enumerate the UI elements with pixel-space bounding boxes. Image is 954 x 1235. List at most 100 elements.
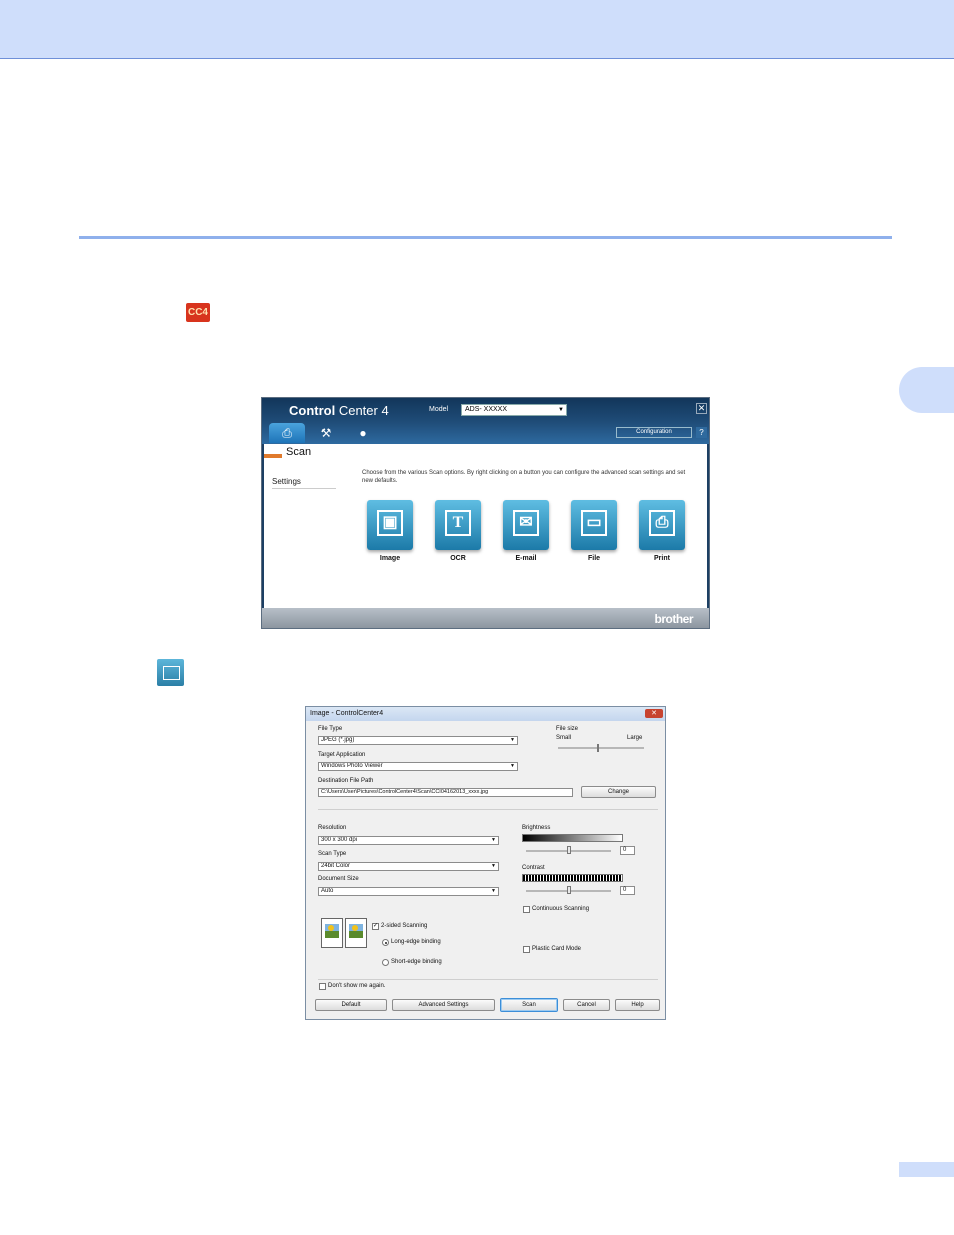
scan-type-value: 24bit Color xyxy=(321,863,351,869)
cc4-icon: CC4 xyxy=(186,303,210,322)
change-button[interactable]: Change xyxy=(581,786,656,798)
image-icon xyxy=(157,659,184,686)
email-label: E-mail xyxy=(515,555,537,562)
scan-type-select[interactable]: 24bit Color ▼ xyxy=(318,862,499,871)
print-scan-button[interactable]: ⎙ xyxy=(639,500,685,550)
file-size-small: Small xyxy=(556,735,572,741)
dont-show-label: Don't show me again. xyxy=(328,983,386,989)
contrast-value[interactable]: 0 xyxy=(620,886,635,895)
cc4-badge-text: CC4 xyxy=(187,307,208,318)
chevron-down-icon: ▼ xyxy=(558,407,564,413)
sun-graphic xyxy=(328,925,334,931)
model-value: ADS- XXXXX xyxy=(465,406,508,413)
duplex-page-icon xyxy=(345,918,367,948)
cc-logo-rest: Center 4 xyxy=(335,403,389,418)
cancel-button[interactable]: Cancel xyxy=(563,999,610,1011)
image-scan-button[interactable]: ▣ xyxy=(367,500,413,550)
default-button[interactable]: Default xyxy=(315,999,387,1011)
page-number-tab xyxy=(899,1162,954,1177)
image-label: Image xyxy=(379,555,401,562)
duplex-page-icon xyxy=(321,918,343,948)
close-button[interactable]: ✕ xyxy=(696,403,707,414)
help-button[interactable]: Help xyxy=(615,999,660,1011)
resolution-value: 300 x 300 dpi xyxy=(321,837,358,843)
dest-path-field[interactable]: C:\Users\User\Pictures\ControlCenter4\Sc… xyxy=(318,788,573,797)
tab-tools[interactable]: ⚒ xyxy=(308,423,344,443)
help-button[interactable]: ? xyxy=(696,427,707,438)
email-scan-button[interactable]: ✉ xyxy=(503,500,549,550)
plastic-card-checkbox[interactable] xyxy=(523,946,530,953)
doc-size-select[interactable]: Auto ▼ xyxy=(318,887,499,896)
model-label: Model xyxy=(429,406,449,413)
tab-scan[interactable]: ⎙ xyxy=(269,423,305,443)
brother-logo: brother xyxy=(654,612,694,626)
long-edge-label: Long-edge binding xyxy=(391,939,441,945)
separator xyxy=(318,979,658,980)
tools-icon: ⚒ xyxy=(320,426,332,440)
email-icon: ✉ xyxy=(513,510,539,536)
file-type-value: JPEG (*.jpg) xyxy=(321,737,355,743)
target-app-select[interactable]: Windows Photo Viewer ▼ xyxy=(318,762,518,771)
model-select[interactable]: ADS- XXXXX ▼ xyxy=(461,404,567,416)
user-icon: ● xyxy=(359,426,367,440)
file-type-select[interactable]: JPEG (*.jpg) ▼ xyxy=(318,736,518,745)
two-sided-checkbox[interactable]: ✓ xyxy=(372,923,379,930)
sidebar-item-settings[interactable]: Settings xyxy=(272,477,336,489)
long-edge-radio[interactable] xyxy=(382,939,389,946)
plastic-card-label: Plastic Card Mode xyxy=(532,946,582,952)
doc-size-label: Document Size xyxy=(318,876,359,882)
cc-titlebar: Control Center 4 Model ADS- XXXXX ▼ ✕ xyxy=(262,398,709,422)
dont-show-checkbox[interactable] xyxy=(319,983,326,990)
short-edge-radio[interactable] xyxy=(382,959,389,966)
brightness-value[interactable]: 0 xyxy=(620,846,635,855)
file-label: File xyxy=(587,555,601,562)
folder-icon: ▭ xyxy=(581,510,607,536)
image-settings-dialog: Image - ControlCenter4 ✕ File Type JPEG … xyxy=(305,706,666,1020)
dialog-close-button[interactable]: ✕ xyxy=(645,709,663,718)
section-rule xyxy=(79,236,892,239)
chapter-tab xyxy=(899,367,954,413)
file-scan-button[interactable]: ▭ xyxy=(571,500,617,550)
brightness-gradient xyxy=(522,834,623,842)
separator xyxy=(318,809,658,810)
chevron-down-icon: ▼ xyxy=(510,763,515,769)
header-band xyxy=(0,0,954,59)
cc-footer: brother xyxy=(262,608,709,628)
file-type-label: File Type xyxy=(318,726,343,732)
continuous-scanning-checkbox[interactable] xyxy=(523,906,530,913)
ocr-icon: T xyxy=(445,510,471,536)
brightness-label: Brightness xyxy=(522,825,551,831)
contrast-gradient xyxy=(522,874,623,882)
tab-user[interactable]: ● xyxy=(345,423,381,443)
file-size-label: File size xyxy=(556,726,579,732)
file-size-slider-thumb[interactable] xyxy=(597,744,599,752)
dialog-title: Image - ControlCenter4 xyxy=(310,710,384,717)
configuration-button[interactable]: Configuration xyxy=(616,427,692,438)
target-app-value: Windows Photo Viewer xyxy=(321,763,383,769)
file-size-slider-track[interactable] xyxy=(558,747,644,749)
controlcenter-window: Control Center 4 Model ADS- XXXXX ▼ ✕ ⎙ ⚒… xyxy=(261,397,710,629)
scanner-icon: ⎙ xyxy=(282,426,292,440)
chevron-down-icon: ▼ xyxy=(491,837,496,843)
printer-icon: ⎙ xyxy=(649,510,675,536)
sun-graphic xyxy=(352,925,358,931)
brightness-slider-thumb[interactable] xyxy=(567,846,571,854)
scan-accent xyxy=(264,454,282,458)
file-size-large: Large xyxy=(627,735,643,741)
ocr-scan-button[interactable]: T xyxy=(435,500,481,550)
resolution-select[interactable]: 300 x 300 dpi ▼ xyxy=(318,836,499,845)
short-edge-label: Short-edge binding xyxy=(391,959,442,965)
advanced-settings-button[interactable]: Advanced Settings xyxy=(392,999,495,1011)
target-app-label: Target Application xyxy=(318,752,366,758)
chevron-down-icon: ▼ xyxy=(491,888,496,894)
scan-type-label: Scan Type xyxy=(318,851,347,857)
cc-body: Scan Settings Choose from the various Sc… xyxy=(264,444,707,608)
chevron-down-icon: ▼ xyxy=(491,863,496,869)
ocr-label: OCR xyxy=(450,555,466,562)
dialog-titlebar: Image - ControlCenter4 ✕ xyxy=(306,707,665,721)
chevron-down-icon: ▼ xyxy=(510,737,515,743)
image-frame xyxy=(163,666,180,680)
scan-button[interactable]: Scan xyxy=(500,998,558,1012)
dest-path-label: Destination File Path xyxy=(318,778,374,784)
contrast-slider-thumb[interactable] xyxy=(567,886,571,894)
